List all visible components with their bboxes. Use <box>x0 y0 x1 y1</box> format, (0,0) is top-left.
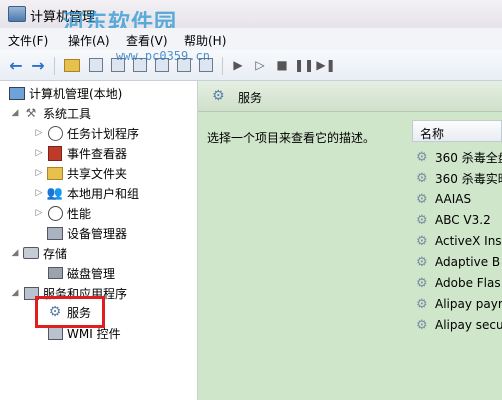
services-title: 服务 <box>238 91 263 105</box>
gear-icon: ⚙ <box>416 149 428 165</box>
start-service-alt-button[interactable]: ▷ <box>250 55 270 75</box>
tools-icon: ⚒ <box>25 106 37 120</box>
stop-service-button[interactable]: ■ <box>272 55 292 75</box>
column-header-name[interactable]: 名称 <box>412 120 502 142</box>
tree-item-performance[interactable]: ▷ 性能 <box>34 204 91 222</box>
gear-icon: ⚙ <box>416 233 428 249</box>
performance-icon <box>47 205 63 221</box>
tree-item-event-viewer[interactable]: ▷ 事件查看器 <box>34 144 127 162</box>
menu-action[interactable]: 操作(A) <box>68 32 110 49</box>
expand-arrow-icon[interactable]: ▷ <box>34 128 44 138</box>
device-manager-icon <box>47 225 63 241</box>
toolbar-divider <box>54 57 55 75</box>
expand-arrow-icon[interactable]: ▷ <box>34 208 44 218</box>
gear-icon: ⚙ <box>416 296 428 312</box>
gear-icon: ⚙ <box>416 170 428 186</box>
gear-icon: ⚙ <box>416 191 428 207</box>
list-item[interactable]: ⚙ AAIAS <box>416 190 471 208</box>
list-item[interactable]: ⚙ 360 杀毒实时 <box>416 169 502 187</box>
console-tree: 计算机管理(本地) ◢ ⚒ 系统工具 ▷ 任务计划程序 ▷ 事件查看器 ▷ 共享… <box>0 81 198 400</box>
watermark-url: www.pc0359.cn <box>116 49 210 63</box>
show-hide-tree-icon[interactable] <box>86 55 106 75</box>
clock-icon <box>47 125 63 141</box>
list-item[interactable]: ⚙ ActiveX Ins <box>416 232 502 250</box>
collapse-arrow-icon[interactable]: ◢ <box>10 248 20 258</box>
highlight-annotation <box>35 296 105 328</box>
gear-icon: ⚙ <box>416 275 428 291</box>
tree-item-disk-management[interactable]: 磁盘管理 <box>44 264 115 282</box>
collapse-arrow-icon[interactable]: ◢ <box>10 288 20 298</box>
tree-item-system-tools[interactable]: ◢ ⚒ 系统工具 <box>10 104 91 122</box>
list-item[interactable]: ⚙ Adobe Flas <box>416 274 501 292</box>
folder-up-icon[interactable] <box>62 55 82 75</box>
gear-icon: ⚙ <box>416 254 428 270</box>
menu-view[interactable]: 查看(V) <box>126 32 168 49</box>
tree-item-storage[interactable]: ◢ 存储 <box>10 244 67 262</box>
services-list: 名称 ⚙ 360 杀毒全盘 ⚙ 360 杀毒实时 ⚙ AAIAS ⚙ ABC V… <box>412 120 502 400</box>
start-service-button[interactable]: ▶ <box>228 55 248 75</box>
forward-button[interactable]: → <box>28 55 48 75</box>
restart-service-button[interactable]: ▶❚ <box>316 55 336 75</box>
expand-arrow-icon[interactable]: ▷ <box>34 168 44 178</box>
computer-icon <box>9 85 25 101</box>
gear-icon: ⚙ <box>416 317 428 333</box>
toolbar: ← → ▶ ▷ ■ ❚❚ ▶❚ <box>0 50 502 81</box>
shared-folder-icon <box>47 165 63 181</box>
tree-item-local-users[interactable]: ▷ 👥 本地用户和组 <box>34 184 139 202</box>
back-button[interactable]: ← <box>6 55 26 75</box>
tree-item-computer-management[interactable]: 计算机管理(本地) <box>6 84 122 102</box>
list-item[interactable]: ⚙ Alipay secu <box>416 316 502 334</box>
menu-help[interactable]: 帮助(H) <box>184 32 226 49</box>
list-item[interactable]: ⚙ Adaptive B <box>416 253 500 271</box>
users-icon: 👥 <box>46 185 64 201</box>
disk-icon <box>47 265 63 281</box>
menu-bar: 文件(F) 操作(A) 查看(V) 帮助(H) <box>0 28 502 50</box>
storage-icon <box>23 245 39 261</box>
gear-icon: ⚙ <box>416 212 428 228</box>
services-header: ⚙ 服务 <box>198 81 502 112</box>
expand-arrow-icon[interactable]: ▷ <box>34 188 44 198</box>
tree-item-task-scheduler[interactable]: ▷ 任务计划程序 <box>34 124 139 142</box>
gear-icon: ⚙ <box>212 88 225 104</box>
tree-item-device-manager[interactable]: 设备管理器 <box>44 224 127 242</box>
menu-file[interactable]: 文件(F) <box>8 32 48 49</box>
collapse-arrow-icon[interactable]: ◢ <box>10 108 20 118</box>
services-pane: ⚙ 服务 选择一个项目来查看它的描述。 名称 ⚙ 360 杀毒全盘 ⚙ 360 … <box>198 81 502 400</box>
expand-arrow-icon[interactable]: ▷ <box>34 148 44 158</box>
toolbar-divider <box>222 57 223 75</box>
list-item[interactable]: ⚙ Alipay payr <box>416 295 502 313</box>
event-log-icon <box>47 145 63 161</box>
tree-item-shared-folders[interactable]: ▷ 共享文件夹 <box>34 164 127 182</box>
description-text: 选择一个项目来查看它的描述。 <box>207 131 376 145</box>
computer-management-icon <box>8 6 26 22</box>
list-item[interactable]: ⚙ 360 杀毒全盘 <box>416 148 502 166</box>
pause-service-button[interactable]: ❚❚ <box>294 55 314 75</box>
list-item[interactable]: ⚙ ABC V3.2 <box>416 211 491 229</box>
title-bar: 计算机管理 河东软件园 <box>0 0 502 36</box>
